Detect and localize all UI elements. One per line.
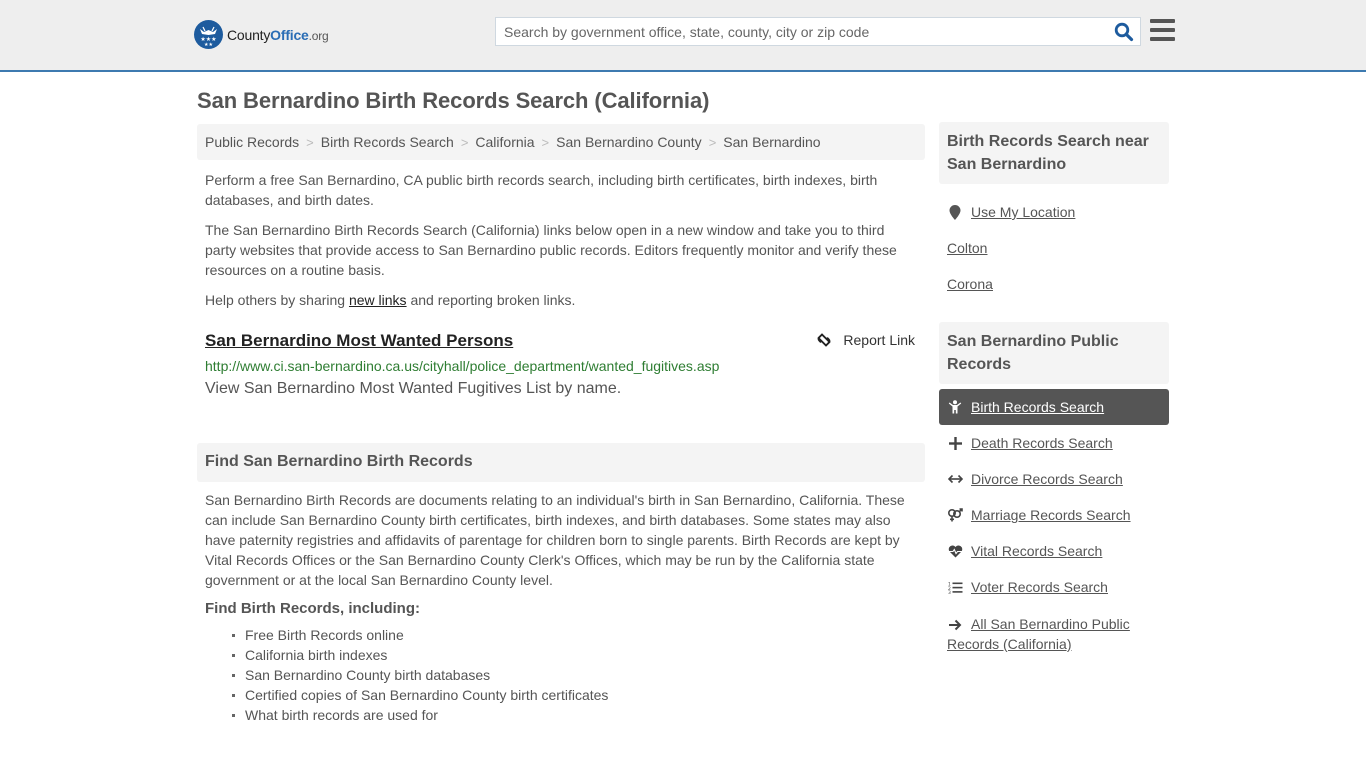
- sidebar-item-voter-records[interactable]: 123 Voter Records Search: [939, 569, 1169, 605]
- result-item: San Bernardino Most Wanted Persons Repor…: [197, 330, 925, 399]
- corona-label: Corona: [947, 276, 993, 292]
- hamburger-icon-bar: [1150, 37, 1175, 41]
- voter-records-label: Voter Records Search: [971, 579, 1108, 595]
- arrows-horizontal-icon: [947, 471, 963, 487]
- hamburger-icon-bar: [1150, 28, 1175, 32]
- list-item: What birth records are used for: [232, 705, 925, 725]
- site-logo[interactable]: ★★★ ★★ CountyOffice.org: [194, 20, 329, 49]
- colton-label: Colton: [947, 240, 988, 256]
- find-records-list: Free Birth Records online California bir…: [197, 625, 925, 725]
- sidebar-item-birth-records[interactable]: Birth Records Search: [939, 389, 1169, 425]
- venus-mars-icon: [947, 507, 963, 523]
- logo-text-county: County: [227, 26, 271, 43]
- main-content: Public Records > Birth Records Search > …: [197, 124, 925, 725]
- list-item: San Bernardino County birth databases: [232, 665, 925, 685]
- sidebar: Birth Records Search near San Bernardino…: [939, 122, 1169, 654]
- disclaimer-paragraph: The San Bernardino Birth Records Search …: [205, 222, 897, 278]
- marriage-records-label: Marriage Records Search: [971, 507, 1131, 523]
- heartbeat-icon: [947, 543, 963, 559]
- breadcrumb-separator: >: [708, 134, 717, 150]
- all-public-records-label: All San Bernardino Public Records (Calif…: [947, 616, 1130, 652]
- magnifier-icon: [1114, 22, 1134, 42]
- breadcrumb-separator: >: [541, 134, 550, 150]
- sidebar-item-divorce-records[interactable]: Divorce Records Search: [939, 461, 1169, 497]
- svg-text:3: 3: [948, 590, 951, 594]
- sidebar-near-links: Use My Location Colton Corona: [939, 194, 1169, 302]
- breadcrumb-separator: >: [460, 134, 469, 150]
- report-link-label: Report Link: [843, 332, 915, 348]
- result-description: View San Bernardino Most Wanted Fugitive…: [205, 380, 622, 397]
- sidebar-link-colton[interactable]: Colton: [939, 230, 1169, 266]
- sidebar-near-heading: Birth Records Search near San Bernardino: [939, 122, 1169, 184]
- search-input[interactable]: [496, 18, 1106, 45]
- child-icon: [947, 399, 963, 415]
- page-title: San Bernardino Birth Records Search (Cal…: [197, 88, 710, 113]
- sidebar-link-corona[interactable]: Corona: [939, 266, 1169, 302]
- breadcrumb-item-public-records[interactable]: Public Records: [205, 134, 299, 150]
- site-header: ★★★ ★★ CountyOffice.org: [0, 0, 1366, 72]
- divorce-records-label: Divorce Records Search: [971, 471, 1123, 487]
- intro-paragraph: Perform a free San Bernardino, CA public…: [205, 172, 878, 208]
- hamburger-icon: [1150, 19, 1175, 23]
- sidebar-item-vital-records[interactable]: Vital Records Search: [939, 533, 1169, 569]
- search-button[interactable]: [1114, 22, 1134, 42]
- find-records-paragraph: San Bernardino Birth Records are documen…: [205, 492, 905, 588]
- breadcrumb-separator: >: [306, 134, 314, 150]
- list-item: Free Birth Records online: [232, 625, 925, 645]
- share-text-before: Help others by sharing: [205, 292, 349, 308]
- breadcrumb-item-california[interactable]: California: [475, 134, 534, 150]
- share-text-after: and reporting broken links.: [406, 292, 576, 308]
- result-title-link[interactable]: San Bernardino Most Wanted Persons: [205, 331, 513, 351]
- logo-wordmark: CountyOffice.org: [227, 27, 329, 43]
- find-including-heading: Find Birth Records, including:: [205, 600, 420, 617]
- hamburger-menu-button[interactable]: [1150, 19, 1175, 41]
- use-my-location-link[interactable]: Use My Location: [939, 194, 1169, 230]
- sidebar-item-marriage-records[interactable]: Marriage Records Search: [939, 497, 1169, 533]
- report-link-button[interactable]: Report Link: [816, 332, 915, 348]
- result-url: http://www.ci.san-bernardino.ca.us/cityh…: [205, 358, 720, 374]
- share-links-paragraph: Help others by sharing new links and rep…: [197, 290, 925, 310]
- find-records-heading: Find San Bernardino Birth Records: [197, 443, 925, 482]
- broken-link-icon: [817, 333, 831, 347]
- cross-icon: [947, 435, 963, 451]
- logo-text-org: .org: [308, 28, 329, 43]
- list-ordered-icon: 123: [947, 579, 963, 595]
- sidebar-records-links: Birth Records Search Death Records Searc…: [939, 389, 1169, 654]
- search-box: [495, 17, 1141, 46]
- list-item: California birth indexes: [232, 645, 925, 665]
- sidebar-item-all-public-records[interactable]: All San Bernardino Public Records (Calif…: [939, 605, 1169, 654]
- breadcrumb-item-san-bernardino-county[interactable]: San Bernardino County: [556, 134, 702, 150]
- svg-text:★★: ★★: [204, 42, 213, 48]
- breadcrumb-item-birth-records-search[interactable]: Birth Records Search: [321, 134, 454, 150]
- logo-text-office: Office: [270, 26, 309, 43]
- list-item: Certified copies of San Bernardino Count…: [232, 685, 925, 705]
- use-my-location-label: Use My Location: [971, 204, 1076, 220]
- sidebar-records-heading: San Bernardino Public Records: [939, 322, 1169, 384]
- sidebar-item-death-records[interactable]: Death Records Search: [939, 425, 1169, 461]
- breadcrumb-item-san-bernardino[interactable]: San Bernardino: [723, 134, 820, 150]
- new-links-link[interactable]: new links: [349, 292, 407, 308]
- birth-records-label: Birth Records Search: [971, 399, 1105, 415]
- death-records-label: Death Records Search: [971, 435, 1113, 451]
- eagle-logo-icon: ★★★ ★★: [194, 20, 223, 49]
- map-pin-icon: [947, 204, 963, 220]
- vital-records-label: Vital Records Search: [971, 543, 1103, 559]
- arrow-right-icon: [947, 617, 963, 633]
- breadcrumb: Public Records > Birth Records Search > …: [197, 124, 925, 160]
